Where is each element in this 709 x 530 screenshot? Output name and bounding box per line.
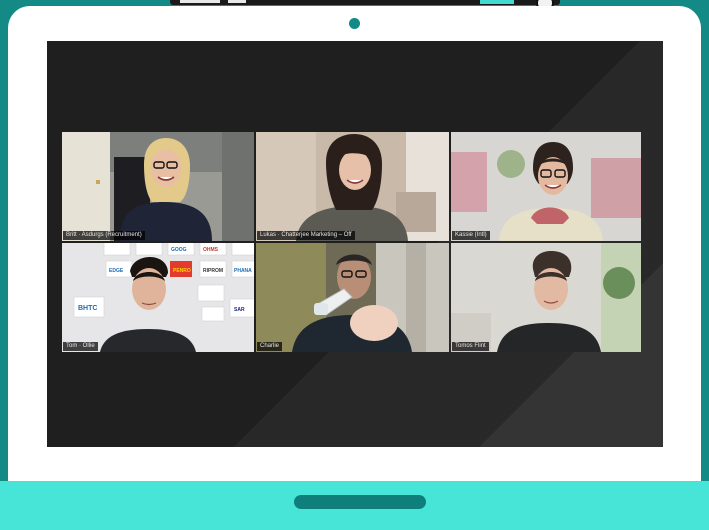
sponsor-logo: PENRO [173, 268, 191, 274]
participant-video [451, 243, 641, 352]
participant-tile[interactable]: Kassie (Intl) [451, 132, 641, 241]
participant-tile-active-speaker[interactable]: Lukas · Chatterjee Marketing – Off [256, 132, 449, 241]
participant-video [62, 132, 254, 241]
sponsor-logo: RIPROM [203, 268, 223, 274]
participant-tile[interactable]: Charlie [256, 243, 449, 352]
participant-video [256, 132, 449, 241]
top-device-strip [170, 0, 560, 12]
sponsor-logo: BHTC [78, 305, 97, 312]
webcam-icon [349, 18, 360, 29]
participant-video [256, 243, 449, 352]
sponsor-logo: OHMS [203, 247, 219, 253]
participant-video [451, 132, 641, 241]
participant-video: GOOG OHMS EDGE PENRO RIPROM PHANA BHTC S… [62, 243, 254, 352]
participant-tile[interactable]: Britt · Asdurgs (Recruitment) [62, 132, 254, 241]
sponsor-logo: GOOG [171, 247, 187, 253]
video-call-screen: Britt · Asdurgs (Recruitment) Lukas · Ch… [47, 41, 663, 447]
participant-name: Britt · Asdurgs (Recruitment) [63, 231, 145, 240]
participant-name: Kassie (Intl) [452, 231, 490, 240]
participant-name: Tom · Ollie [63, 342, 98, 351]
participant-tile[interactable]: Tomos Flint [451, 243, 641, 352]
laptop-hinge-notch [294, 495, 426, 509]
sponsor-logo: SAR [234, 307, 245, 313]
participant-tile[interactable]: GOOG OHMS EDGE PENRO RIPROM PHANA BHTC S… [62, 243, 254, 352]
sponsor-logo: PHANA [234, 268, 252, 274]
participant-name: Charlie [257, 342, 283, 351]
sponsor-logo: EDGE [109, 268, 124, 274]
participant-grid: Britt · Asdurgs (Recruitment) Lukas · Ch… [62, 132, 641, 352]
participant-name: Tomos Flint [452, 342, 489, 351]
participant-name: Lukas · Chatterjee Marketing – Off [257, 231, 355, 240]
